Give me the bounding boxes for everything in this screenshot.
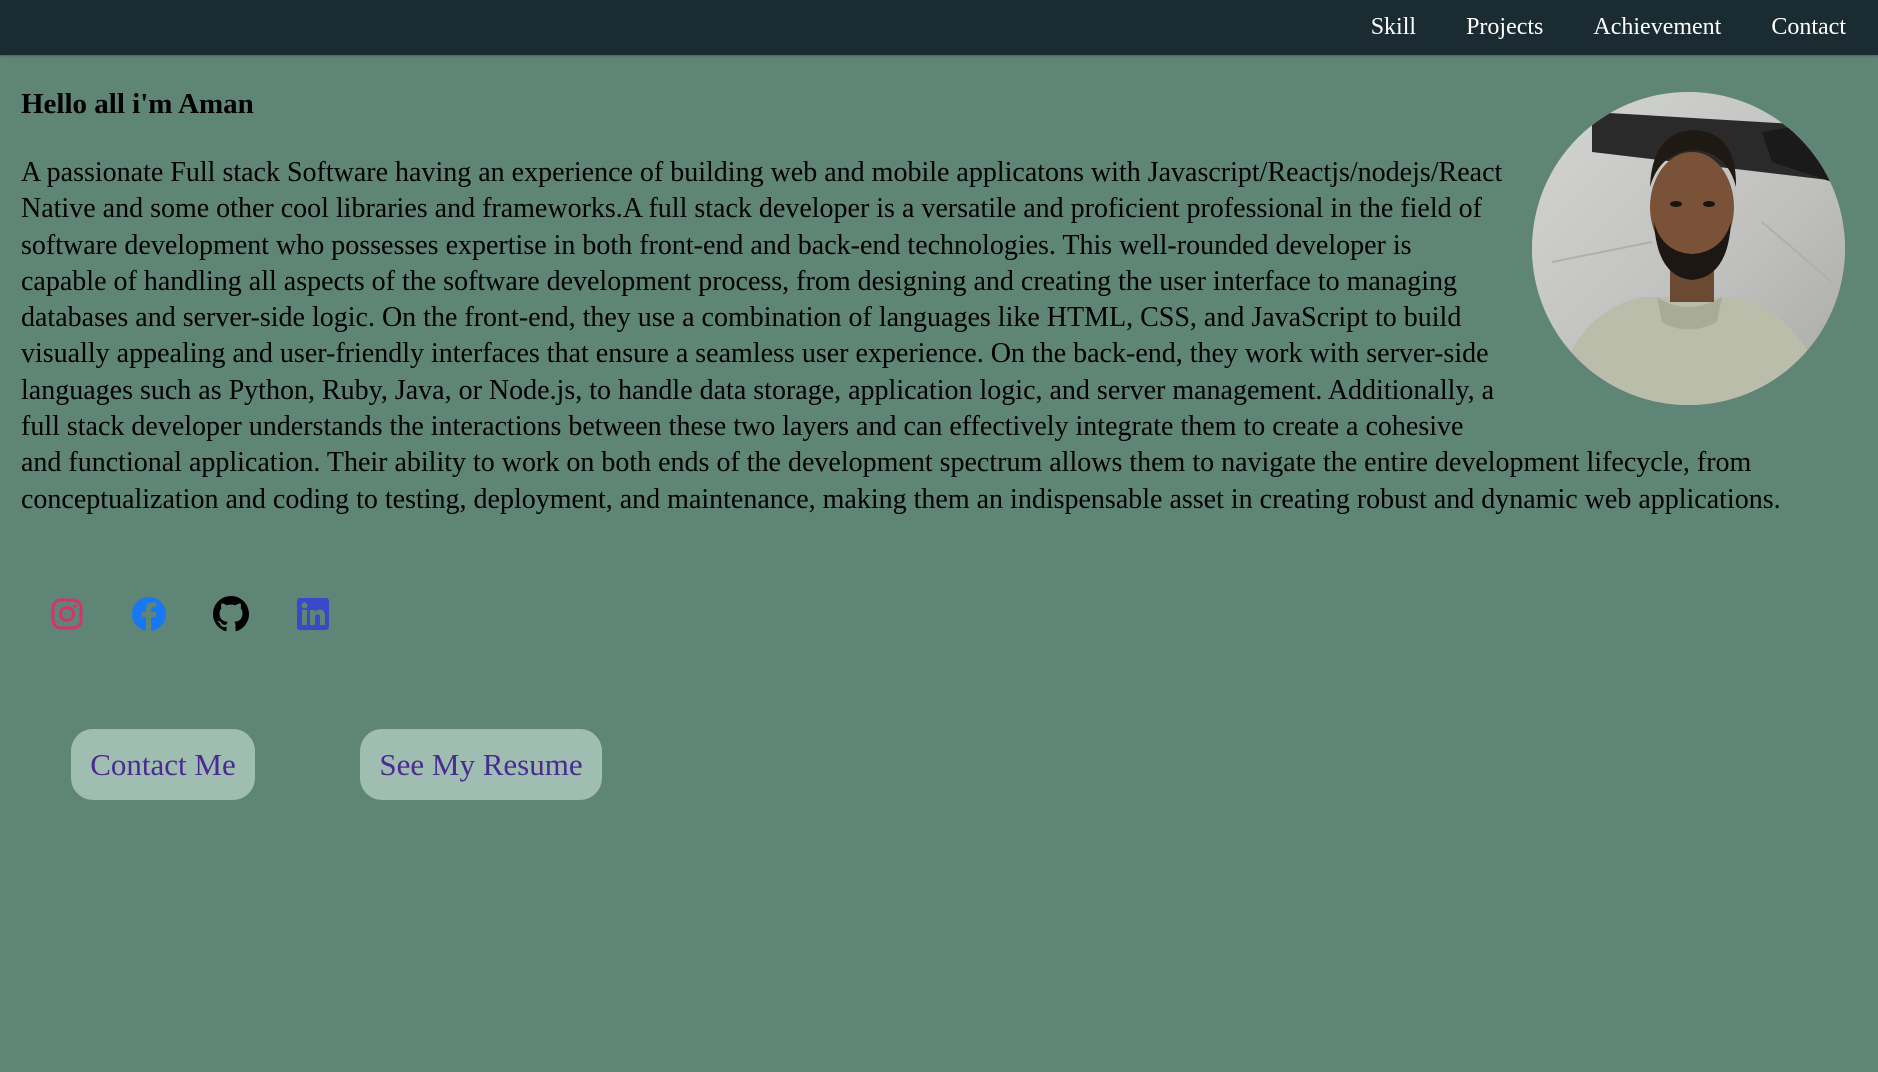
nav-link-skill[interactable]: Skill	[1371, 14, 1416, 41]
linkedin-link[interactable]	[295, 596, 331, 632]
nav-link-projects[interactable]: Projects	[1466, 14, 1543, 41]
bio-photo-spacer	[1503, 155, 1821, 413]
facebook-link[interactable]	[131, 596, 167, 632]
facebook-icon	[132, 597, 166, 631]
github-link[interactable]	[213, 596, 249, 632]
greeting-heading: Hello all i'm Aman	[21, 88, 254, 120]
linkedin-icon	[297, 598, 329, 630]
instagram-link[interactable]	[49, 596, 85, 632]
nav-link-achievement[interactable]: Achievement	[1593, 14, 1721, 41]
top-navbar: Skill Projects Achievement Contact	[0, 0, 1878, 55]
nav-link-contact[interactable]: Contact	[1771, 14, 1846, 41]
contact-me-button[interactable]: Contact Me	[71, 729, 255, 800]
nav-links: Skill Projects Achievement Contact	[1321, 0, 1846, 55]
instagram-icon	[51, 598, 83, 630]
github-icon	[213, 596, 249, 632]
bio-paragraph: A passionate Full stack Software having …	[21, 155, 1821, 518]
see-resume-button[interactable]: See My Resume	[360, 729, 602, 800]
social-links	[49, 596, 377, 632]
